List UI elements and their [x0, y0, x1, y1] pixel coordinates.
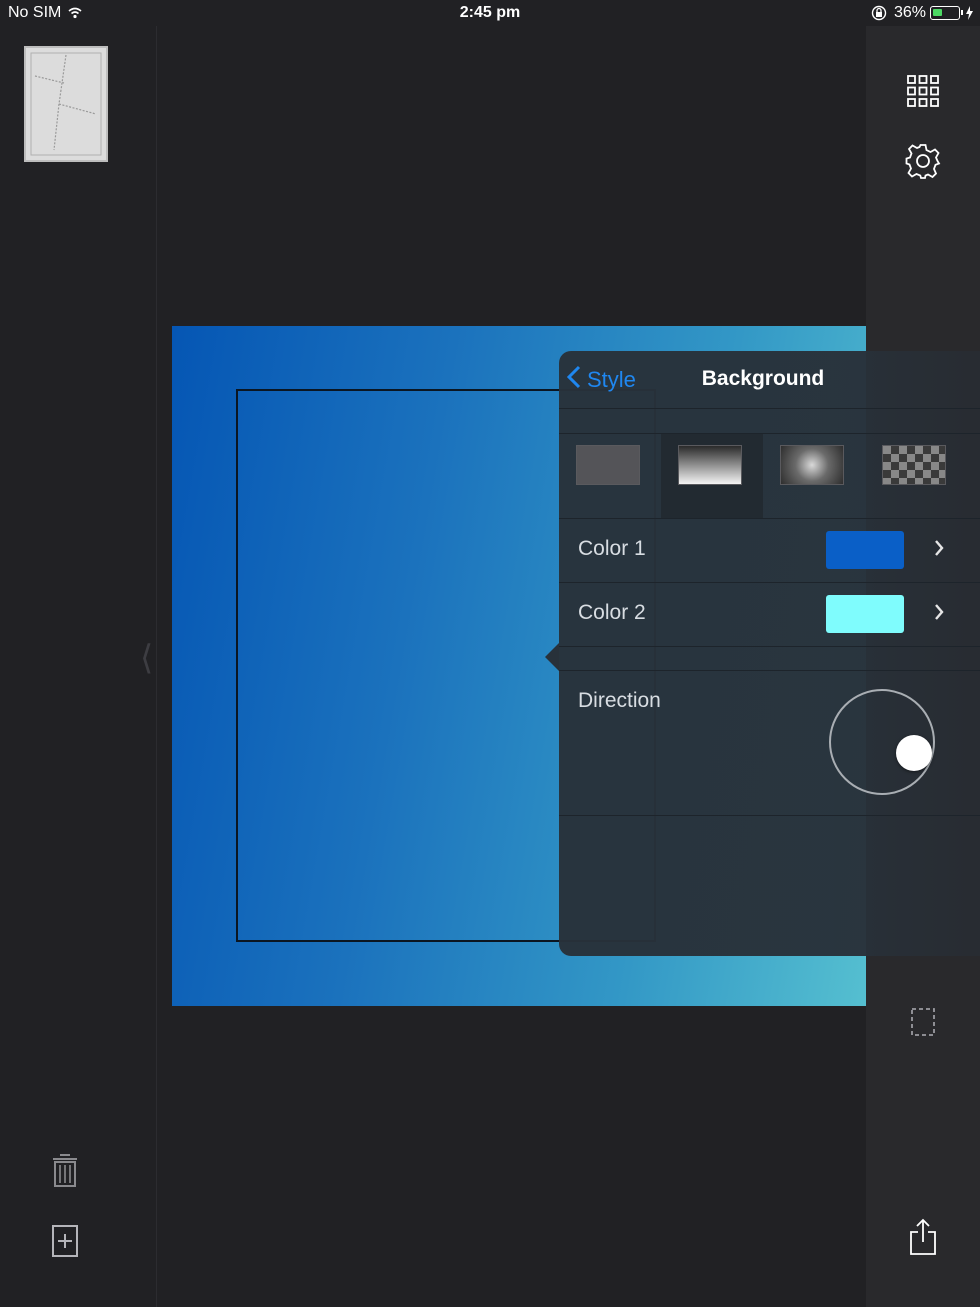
share-button[interactable]: [908, 1218, 938, 1256]
bg-type-solid[interactable]: [559, 434, 661, 518]
color2-label: Color 2: [578, 601, 646, 624]
color2-swatch[interactable]: [826, 595, 904, 633]
direction-label: Direction: [578, 689, 661, 712]
battery-level: [933, 9, 942, 16]
clock: 2:45 pm: [459, 4, 521, 21]
battery-percent: 36%: [894, 4, 927, 21]
linear-gradient-swatch-icon: [678, 445, 742, 485]
color2-row[interactable]: Color 2: [559, 583, 980, 647]
popover-header: Style Background: [559, 351, 980, 409]
gear-icon: [904, 144, 942, 184]
battery-tip: [961, 10, 963, 15]
background-type-selector: [559, 433, 980, 519]
color1-label: Color 1: [578, 537, 646, 560]
pattern-swatch-icon: [882, 445, 946, 485]
trash-icon: [50, 1154, 80, 1194]
left-sidebar: ⟨: [0, 26, 157, 1307]
bg-type-radial-gradient[interactable]: [763, 434, 865, 518]
direction-knob[interactable]: [896, 735, 932, 771]
trash-button[interactable]: [50, 1150, 80, 1190]
charging-icon: [965, 6, 974, 25]
status-bar: No SIM 2:45 pm 36%: [0, 0, 980, 26]
orientation-lock-icon: [871, 5, 887, 26]
bg-type-pattern[interactable]: [865, 434, 967, 518]
frame-select-button[interactable]: [910, 1007, 936, 1037]
direction-section: Direction: [559, 670, 980, 816]
color1-swatch[interactable]: [826, 531, 904, 569]
add-page-icon: [50, 1225, 80, 1264]
color1-row[interactable]: Color 1: [559, 519, 980, 583]
dashed-frame-icon: [910, 1008, 936, 1041]
popover-title: Background: [701, 367, 825, 390]
chevron-right-icon: [934, 603, 944, 626]
popover-arrow: [545, 643, 559, 671]
page-thumbnail[interactable]: [24, 46, 108, 162]
solid-color-swatch-icon: [576, 445, 640, 485]
chevron-right-icon: [934, 539, 944, 562]
background-popover: Style Background Color 1 Color 2 Directi: [545, 351, 980, 956]
settings-button[interactable]: [904, 142, 942, 180]
add-page-button[interactable]: [50, 1224, 80, 1260]
direction-dial[interactable]: [829, 689, 935, 795]
grid-icon: [906, 75, 940, 112]
grid-button[interactable]: [906, 74, 940, 108]
share-icon: [908, 1218, 938, 1260]
battery-icon: [930, 6, 960, 20]
collapse-handle[interactable]: ⟨: [140, 638, 153, 678]
bg-type-linear-gradient[interactable]: [661, 434, 763, 518]
radial-gradient-swatch-icon: [780, 445, 844, 485]
